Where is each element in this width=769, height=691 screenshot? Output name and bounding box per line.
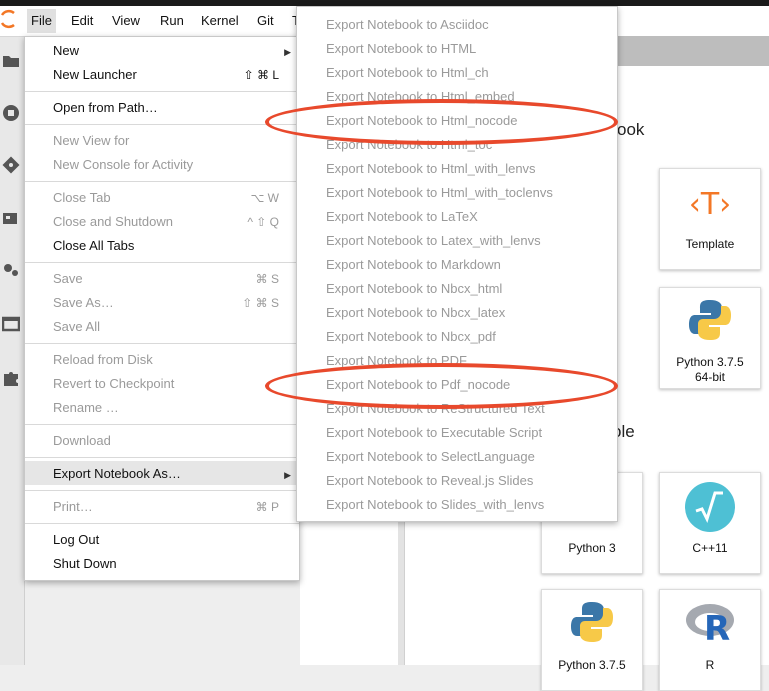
python3-label: Python 3	[568, 541, 616, 555]
export-item-revealjs-slides[interactable]: Export Notebook to Reveal.js Slides	[326, 473, 533, 489]
menu-item-rename: Rename …	[53, 400, 119, 415]
cpp11-label: C++11	[692, 541, 728, 555]
file-browser-panel	[300, 520, 403, 665]
menu-separator	[25, 262, 299, 263]
menu-item-close-shutdown: Close and Shutdown	[53, 214, 173, 229]
shortcut-print: ⌘ P	[255, 500, 279, 514]
r-logo-icon: R	[684, 600, 736, 649]
jupyter-logo-icon[interactable]	[0, 9, 16, 29]
menu-item-reload: Reload from Disk	[53, 352, 153, 367]
menu-kernel[interactable]: Kernel	[201, 12, 239, 30]
file-menu: New ▶ New Launcher ⇧ ⌘ L Open from Path……	[24, 36, 300, 581]
shortcut-save: ⌘ S	[255, 272, 279, 286]
menu-separator	[25, 343, 299, 344]
export-item-selectlanguage[interactable]: Export Notebook to SelectLanguage	[326, 449, 535, 465]
tabs-icon[interactable]	[1, 316, 21, 334]
export-item-nbcx-latex[interactable]: Export Notebook to Nbcx_latex	[326, 305, 505, 321]
python-logo-icon	[688, 298, 732, 347]
export-item-markdown[interactable]: Export Notebook to Markdown	[326, 257, 501, 273]
menu-item-shut-down[interactable]: Shut Down	[53, 556, 117, 572]
menu-item-export-notebook-as[interactable]: Export Notebook As…	[53, 466, 181, 482]
menu-separator	[25, 523, 299, 524]
r-console-card[interactable]: R R	[659, 589, 761, 691]
template-card[interactable]: ‹T› Template	[659, 168, 761, 270]
left-sidebar	[0, 37, 25, 665]
git-icon[interactable]	[2, 156, 20, 174]
menu-item-save-all: Save All	[53, 319, 100, 334]
panel-splitter[interactable]	[398, 520, 404, 665]
shortcut-new-launcher: ⇧ ⌘ L	[243, 68, 279, 82]
cpp-logo-icon	[684, 481, 736, 538]
template-label: Template	[685, 237, 735, 251]
r-label: R	[705, 658, 715, 672]
menu-git[interactable]: Git	[257, 12, 274, 30]
menu-item-save-as: Save As…	[53, 295, 114, 310]
python375-console-label: Python 3.7.5	[558, 658, 626, 672]
python375-notebook-card[interactable]: Python 3.7.5 64-bit	[659, 287, 761, 389]
export-item-nbcx-html[interactable]: Export Notebook to Nbcx_html	[326, 281, 502, 297]
menu-separator	[25, 124, 299, 125]
python375-bits-label: 64-bit	[694, 370, 726, 384]
menu-view[interactable]: View	[112, 12, 140, 30]
cpp11-console-card[interactable]: C++11	[659, 472, 761, 574]
menu-file[interactable]: File	[27, 9, 56, 33]
template-icon: ‹T›	[688, 187, 732, 222]
menu-item-close-tab: Close Tab	[53, 190, 111, 205]
menu-item-save: Save	[53, 271, 83, 286]
export-item-latex[interactable]: Export Notebook to LaTeX	[326, 209, 478, 225]
submenu-arrow-icon: ▶	[284, 470, 291, 480]
export-item-html[interactable]: Export Notebook to HTML	[326, 41, 476, 57]
export-item-executable-script[interactable]: Export Notebook to Executable Script	[326, 425, 542, 441]
commands-icon[interactable]	[2, 209, 20, 227]
menu-item-new[interactable]: New	[53, 43, 79, 59]
menu-item-close-all-tabs[interactable]: Close All Tabs	[53, 238, 134, 254]
export-item-slides-with-lenvs[interactable]: Export Notebook to Slides_with_lenvs	[326, 497, 544, 513]
python-logo-icon	[570, 600, 614, 649]
menu-item-print: Print…	[53, 499, 93, 514]
menu-item-download: Download	[53, 433, 111, 448]
menu-separator	[25, 457, 299, 458]
export-submenu: Export Notebook to Asciidoc Export Noteb…	[296, 6, 618, 522]
shortcut-close-tab: ⌥ W	[250, 191, 280, 205]
export-item-html-with-toclenvs[interactable]: Export Notebook to Html_with_toclenvs	[326, 185, 553, 201]
menu-separator	[25, 91, 299, 92]
extension-icon[interactable]	[2, 369, 20, 387]
annotation-oval-html-nocode	[265, 99, 618, 145]
menu-item-log-out[interactable]: Log Out	[53, 532, 99, 548]
menu-edit[interactable]: Edit	[71, 12, 93, 30]
menu-run[interactable]: Run	[160, 12, 184, 30]
menu-item-new-launcher[interactable]: New Launcher	[53, 67, 137, 83]
menu-item-open-from-path[interactable]: Open from Path…	[53, 100, 158, 116]
submenu-arrow-icon: ▶	[284, 47, 291, 57]
export-item-latex-with-lenvs[interactable]: Export Notebook to Latex_with_lenvs	[326, 233, 541, 249]
export-item-nbcx-pdf[interactable]: Export Notebook to Nbcx_pdf	[326, 329, 496, 345]
gears-icon[interactable]	[2, 261, 20, 279]
menu-separator	[25, 424, 299, 425]
folder-icon[interactable]	[2, 53, 20, 71]
annotation-oval-pdf-nocode	[265, 363, 618, 409]
shortcut-close-shutdown: ^ ⇧ Q	[247, 215, 279, 229]
svg-text:R: R	[704, 609, 730, 644]
menu-separator	[25, 490, 299, 491]
menu-item-new-console: New Console for Activity	[53, 157, 194, 172]
export-item-asciidoc[interactable]: Export Notebook to Asciidoc	[326, 17, 489, 33]
menu-separator	[25, 181, 299, 182]
export-item-html-ch[interactable]: Export Notebook to Html_ch	[326, 65, 489, 81]
export-item-html-with-lenvs[interactable]: Export Notebook to Html_with_lenvs	[326, 161, 536, 177]
shortcut-save-as: ⇧ ⌘ S	[242, 296, 279, 310]
python375-label: Python 3.7.5	[676, 355, 744, 369]
running-icon[interactable]	[2, 104, 20, 122]
menu-item-revert: Revert to Checkpoint	[53, 376, 175, 391]
notebook-section-title: ook	[617, 120, 645, 139]
menu-item-new-view: New View for	[53, 133, 130, 148]
python375-console-card[interactable]: Python 3.7.5	[541, 589, 643, 691]
